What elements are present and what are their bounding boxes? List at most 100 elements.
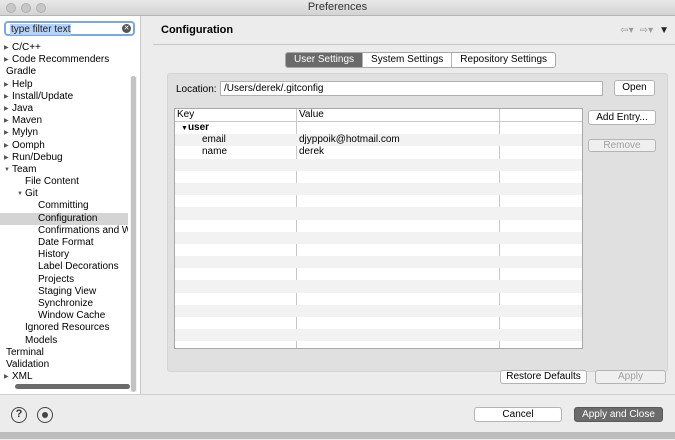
tree-item-label: Synchronize [38, 297, 94, 309]
settings-tabs: User Settings System Settings Repository S… [285, 52, 557, 68]
table-row[interactable] [175, 244, 582, 256]
tree-item-label: XML [12, 371, 33, 383]
table-row[interactable]: name derek [175, 146, 582, 158]
key-text: user [187, 122, 210, 133]
remove-button[interactable]: Remove [588, 139, 656, 152]
table-row[interactable] [175, 195, 582, 207]
collapsed-twisty-icon[interactable]: ▶ [4, 91, 12, 103]
table-row[interactable] [175, 256, 582, 269]
forward-arrow-icon[interactable]: ⇨▾ [640, 25, 653, 36]
view-menu-icon[interactable]: ▼ [659, 25, 669, 36]
tree-item-label: Code Recommenders [12, 54, 110, 66]
tab-user-settings[interactable]: User Settings [286, 53, 363, 67]
tree-item[interactable]: ▶ C/C++ [0, 42, 128, 54]
tree-item[interactable]: Confirmations and Wa [0, 225, 128, 237]
tree-item[interactable]: ▶ XML [0, 371, 128, 383]
table-row[interactable] [175, 329, 582, 342]
collapsed-twisty-icon[interactable]: ▶ [4, 42, 12, 54]
import-export-icon[interactable] [37, 407, 53, 423]
expanded-twisty-icon[interactable]: ▼ [17, 188, 25, 200]
table-row[interactable] [175, 158, 582, 171]
collapsed-twisty-icon[interactable]: ▶ [4, 371, 12, 383]
table-row[interactable] [175, 304, 582, 317]
tree-item[interactable]: ▼ Team [0, 164, 128, 176]
apply-and-close-button[interactable]: Apply and Close [574, 407, 663, 422]
tree-item[interactable]: ▼ Git [0, 188, 128, 200]
key-cell: email [202, 134, 226, 146]
collapsed-twisty-icon[interactable]: ▶ [4, 103, 12, 115]
tree-item[interactable]: ▶ Run/Debug [0, 152, 128, 164]
collapsed-twisty-icon[interactable]: ▶ [4, 79, 12, 91]
tree-item[interactable]: Window Cache [0, 310, 128, 322]
location-field[interactable]: /Users/derek/.gitconfig [220, 81, 603, 96]
tab-system-settings[interactable]: System Settings [362, 53, 451, 67]
tree-item[interactable]: ▶ Oomph [0, 140, 128, 152]
preferences-tree: ▶ C/C++ ▶ Code Recommenders Gradle ▶ Help ▶ Inst… [0, 42, 128, 383]
collapsed-twisty-icon[interactable]: ▶ [4, 115, 12, 127]
tree-item[interactable]: ▶ Help [0, 79, 128, 91]
table-row[interactable] [175, 268, 582, 280]
table-rows: ▼user email djyppoik@hotmail.com name derek [175, 122, 582, 348]
table-row[interactable] [175, 293, 582, 305]
tree-item[interactable]: Label Decorations [0, 261, 128, 273]
tree-item[interactable]: Models [0, 335, 128, 347]
table-row[interactable]: ▼user [175, 122, 582, 134]
tree-item[interactable]: Committing [0, 200, 128, 212]
cancel-button[interactable]: Cancel [474, 407, 562, 422]
help-icon[interactable]: ? [11, 407, 27, 423]
tree-item[interactable]: ▶ Mylyn [0, 127, 128, 139]
tree-item[interactable]: ▶ Maven [0, 115, 128, 127]
column-header-value[interactable]: Value [299, 109, 324, 121]
tree-item[interactable]: Ignored Resources [0, 322, 128, 334]
collapsed-twisty-icon[interactable]: ▶ [4, 152, 12, 164]
collapsed-twisty-icon[interactable]: ▶ [4, 54, 12, 66]
table-row[interactable] [175, 317, 582, 329]
expanded-twisty-icon[interactable]: ▼ [181, 125, 188, 132]
value-cell[interactable]: djyppoik@hotmail.com [299, 134, 400, 146]
table-row[interactable] [175, 171, 582, 183]
tree-item[interactable]: Terminal [0, 347, 128, 359]
table-row[interactable] [175, 220, 582, 232]
add-entry-button[interactable]: Add Entry... [588, 110, 656, 125]
filter-input[interactable]: type filter text ✕ [4, 21, 135, 36]
table-row[interactable] [175, 207, 582, 220]
tab-repository-settings[interactable]: Repository Settings [451, 53, 555, 67]
tree-item[interactable]: ▶ Install/Update [0, 91, 128, 103]
tree-item[interactable]: Date Format [0, 237, 128, 249]
table-row[interactable] [175, 280, 582, 293]
expanded-twisty-icon[interactable]: ▼ [4, 164, 12, 176]
tree-item[interactable]: History [0, 249, 128, 261]
tree-item-label: Java [12, 102, 34, 114]
apply-button[interactable]: Apply [595, 370, 666, 384]
clear-filter-icon[interactable]: ✕ [122, 24, 131, 33]
table-row[interactable] [175, 231, 582, 244]
tree-item[interactable]: Configuration [0, 212, 128, 225]
tree-item[interactable]: Synchronize [0, 298, 128, 310]
value-cell[interactable]: derek [299, 146, 324, 158]
tree-item-label: Validation [6, 358, 50, 370]
window-bottom-edge [0, 432, 675, 439]
tree-item[interactable]: ▶ Java [0, 103, 128, 115]
table-row[interactable] [175, 341, 582, 348]
tree-horizontal-scrollbar[interactable] [15, 384, 130, 389]
tree-item-label: Confirmations and Wa [38, 224, 128, 236]
table-row[interactable] [175, 182, 582, 196]
open-button[interactable]: Open [614, 80, 655, 96]
tree-item[interactable]: Gradle [0, 66, 128, 78]
column-header-key[interactable]: Key [177, 109, 194, 121]
table-row[interactable]: email djyppoik@hotmail.com [175, 134, 582, 147]
tree-item-label: Oomph [12, 139, 45, 151]
tree-vertical-scrollbar[interactable] [130, 76, 137, 392]
back-arrow-icon[interactable]: ⇦▾ [620, 25, 633, 36]
tree-item-label: Committing [38, 200, 89, 212]
collapsed-twisty-icon[interactable]: ▶ [4, 140, 12, 152]
scrollbar-thumb[interactable] [131, 76, 136, 392]
collapsed-twisty-icon[interactable]: ▶ [4, 127, 12, 139]
restore-defaults-button[interactable]: Restore Defaults [500, 370, 587, 384]
tree-item[interactable]: Projects [0, 274, 128, 286]
tree-item-label: Run/Debug [12, 151, 63, 163]
tree-item[interactable]: Validation [0, 359, 128, 371]
tree-item[interactable]: Staging View [0, 286, 128, 298]
tree-item[interactable]: ▶ Code Recommenders [0, 54, 128, 66]
tree-item[interactable]: File Content [0, 176, 128, 188]
